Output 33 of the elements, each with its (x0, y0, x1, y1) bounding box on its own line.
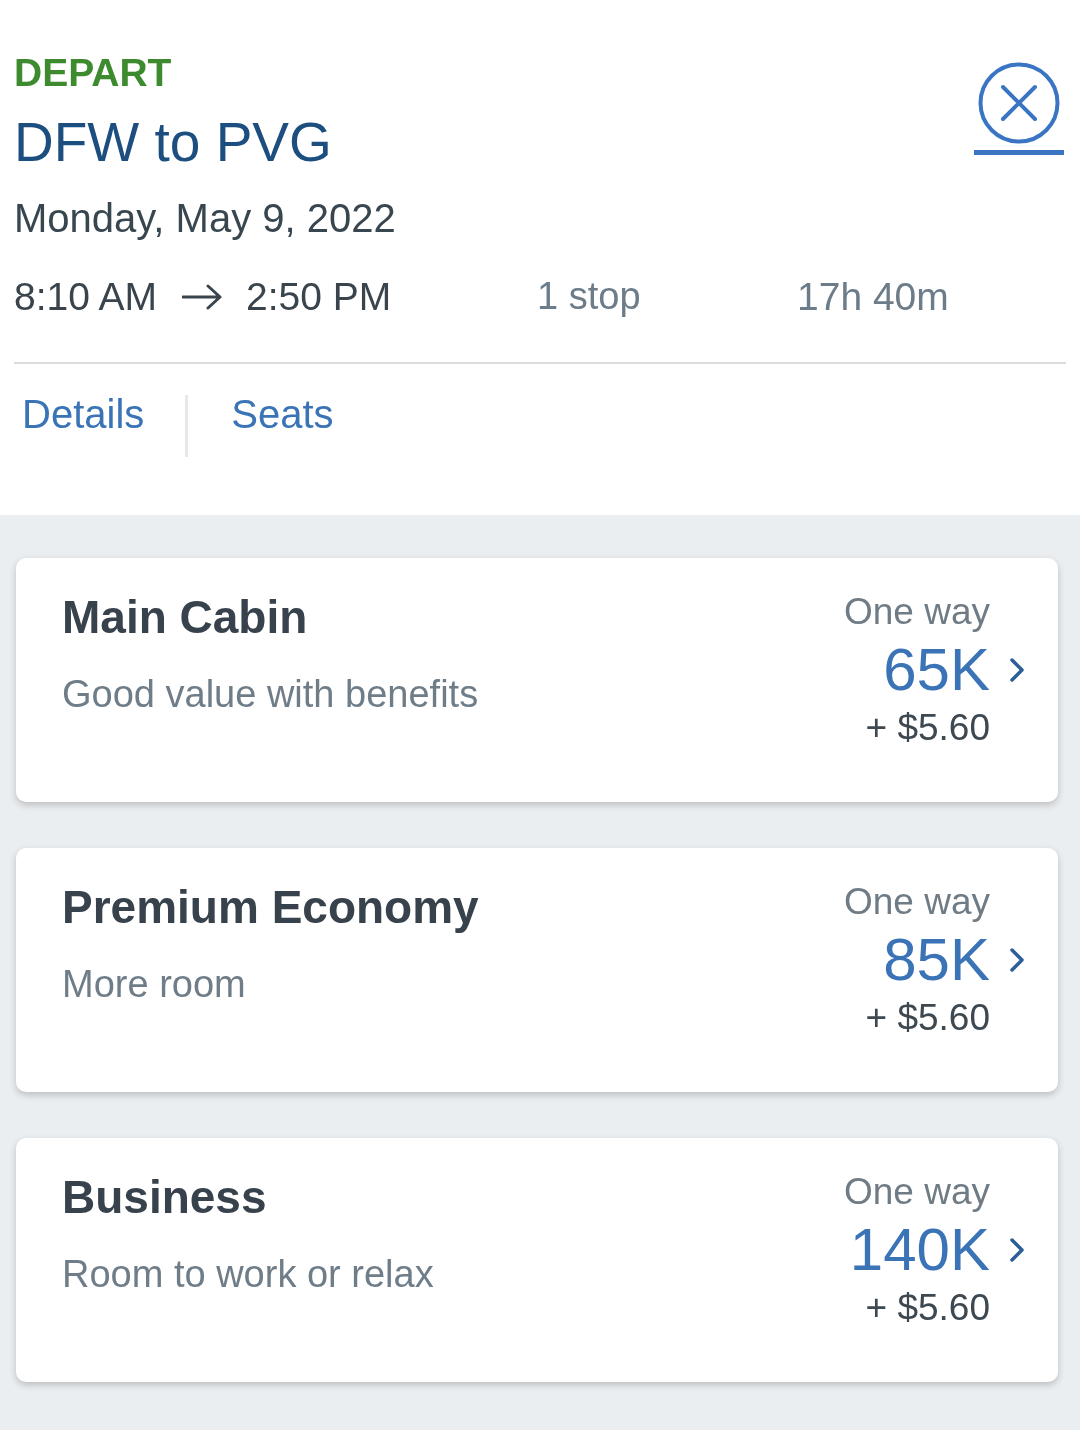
miles-price: 85K (883, 925, 990, 996)
miles-price: 140K (849, 1215, 990, 1286)
header-link[interactable]: Details (22, 389, 145, 438)
fee-text: + $5.60 (865, 706, 990, 751)
cabin-name: Main Cabin (62, 590, 309, 645)
chevron-icon (1009, 657, 1025, 684)
cabin-description: Room to work or relax (62, 1252, 434, 1298)
cabin-name: Premium Economy (62, 880, 479, 935)
fare-card[interactable]: Main Cabin Good value with benefits One way 65K + $5.60 (16, 558, 1058, 802)
close-button[interactable] (974, 62, 1064, 155)
trip-type: One way (844, 880, 990, 924)
chevron-icon (1009, 947, 1025, 974)
trip-type: One way (844, 590, 990, 634)
close-icon (978, 62, 1060, 144)
duration-text: 17h 40m (797, 273, 949, 320)
stops-text: 1 stop (537, 274, 642, 320)
departure-time: 8:10 AM (14, 273, 158, 320)
fee-text: + $5.60 (865, 996, 990, 1041)
route-title: DFW to PVG (14, 109, 333, 175)
arrival-time: 2:50 PM (246, 273, 392, 320)
depart-label: DEPART (14, 50, 173, 96)
fare-card[interactable]: Premium Economy More room One way 85K + $5.60 (16, 848, 1058, 1092)
date-text: Monday, May 9, 2022 (14, 194, 396, 242)
arrow-icon (182, 284, 223, 311)
trip-type: One way (844, 1170, 990, 1214)
miles-price: 65K (883, 635, 990, 706)
fee-text: + $5.60 (865, 1286, 990, 1331)
header-link[interactable]: Seats (231, 389, 334, 438)
cabin-description: Good value with benefits (62, 672, 479, 718)
cabin-description: More room (62, 962, 247, 1008)
cabin-name: Business (62, 1170, 268, 1225)
fare-card[interactable]: Business Room to work or relax One way 140K + $5.60 (16, 1138, 1058, 1382)
chevron-icon (1009, 1237, 1025, 1264)
